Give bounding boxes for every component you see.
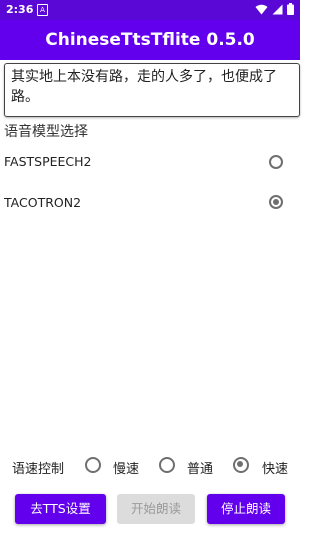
radio-button-normal[interactable] xyxy=(159,457,175,473)
tts-text-input[interactable]: 其实地上本没有路，走的人多了，也便成了路。 xyxy=(4,63,300,117)
app-bar: ChineseTtsTflite 0.5.0 xyxy=(0,20,300,60)
signal-icon xyxy=(272,4,283,14)
radio-label-fast: 快速 xyxy=(262,462,289,477)
radio-button-fast[interactable] xyxy=(233,457,249,473)
status-time: 2:36 xyxy=(6,3,34,16)
radio-button-slow[interactable] xyxy=(85,457,101,473)
status-icons xyxy=(255,3,294,15)
radio-label-fastspeech2: FASTSPEECH2 xyxy=(4,154,92,169)
stop-reading-button[interactable]: 停止朗读 xyxy=(207,494,285,524)
battery-icon xyxy=(287,3,294,15)
wifi-icon xyxy=(255,4,268,14)
radio-label-normal: 普通 xyxy=(187,462,214,477)
radio-row-fastspeech2[interactable]: FASTSPEECH2 xyxy=(0,142,300,182)
tts-settings-button[interactable]: 去TTS设置 xyxy=(15,494,106,524)
status-bar: 2:36 A xyxy=(0,0,300,20)
radio-label-slow: 慢速 xyxy=(113,462,140,477)
speed-control-label: 语速控制 xyxy=(12,462,65,477)
radio-button-fastspeech2[interactable] xyxy=(269,155,283,169)
start-reading-button[interactable]: 开始朗读 xyxy=(117,494,195,524)
radio-row-tacotron2[interactable]: TACOTRON2 xyxy=(0,183,300,223)
model-section-title: 语音模型选择 xyxy=(4,124,88,140)
app-notification-icon: A xyxy=(37,4,48,16)
radio-label-tacotron2: TACOTRON2 xyxy=(4,195,82,210)
radio-button-tacotron2[interactable] xyxy=(269,195,283,209)
app-title: ChineseTtsTflite 0.5.0 xyxy=(45,30,255,50)
